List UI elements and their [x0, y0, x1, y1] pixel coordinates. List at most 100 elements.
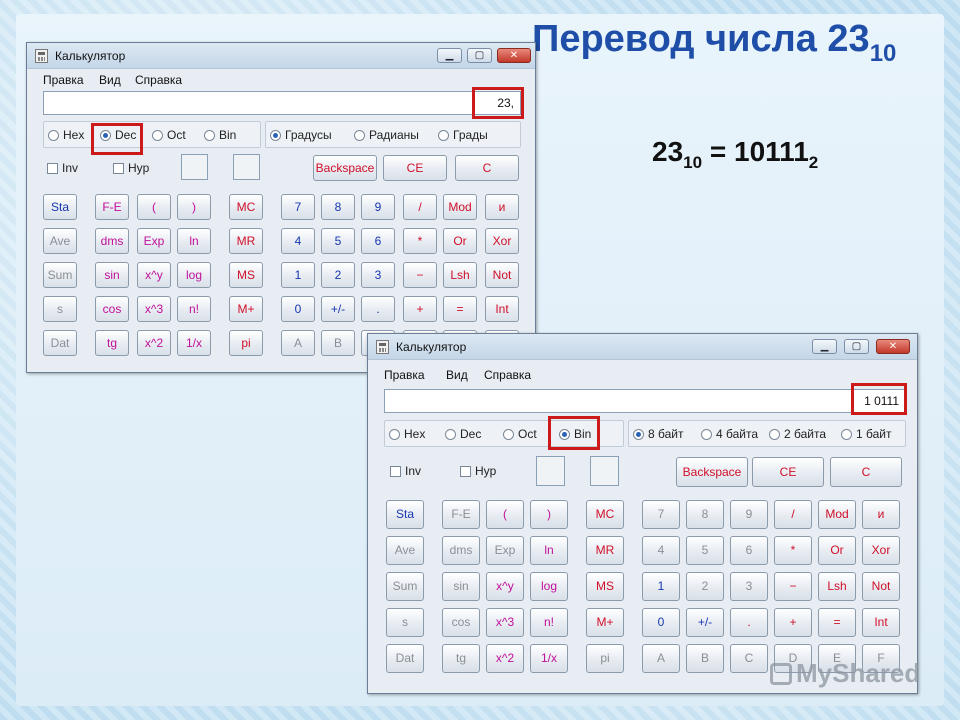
maximize-icon[interactable]: ▢ — [844, 339, 869, 354]
calc2-key-r2-c4[interactable]: ln — [530, 536, 568, 565]
minimize-icon[interactable]: ▁ — [437, 48, 462, 63]
calc1-key-r3-c10[interactable]: Lsh — [443, 262, 477, 288]
calc2-key-r2-c2[interactable]: dms — [442, 536, 480, 565]
calc2-key-r5-c3[interactable]: x^2 — [486, 644, 524, 673]
calc1-radio-oct[interactable]: Oct — [152, 128, 186, 142]
calc2-key-r2-c5[interactable]: MR — [586, 536, 624, 565]
calc2-radio-dec[interactable]: Dec — [445, 427, 481, 441]
calc1-key-r2-c1[interactable]: Ave — [43, 228, 77, 254]
calc2-key-r1-c5[interactable]: MC — [586, 500, 624, 529]
calc2-menu-view[interactable]: Вид — [446, 368, 468, 382]
calc1-key-r2-c2[interactable]: dms — [95, 228, 129, 254]
calc1-backspace-button[interactable]: Backspace — [313, 155, 377, 181]
calc1-key-r1-c8[interactable]: 9 — [361, 194, 395, 220]
calc2-ce-button[interactable]: CE — [752, 457, 824, 487]
calc1-menu-help[interactable]: Справка — [135, 73, 182, 87]
maximize-icon[interactable]: ▢ — [467, 48, 492, 63]
calc1-radio-hex[interactable]: Hex — [48, 128, 84, 142]
calc2-key-r5-c1[interactable]: Dat — [386, 644, 424, 673]
calc2-key-r4-c5[interactable]: M+ — [586, 608, 624, 637]
calc1-key-r2-c11[interactable]: Xor — [485, 228, 519, 254]
calc1-key-r2-c6[interactable]: 4 — [281, 228, 315, 254]
calc2-menu-help[interactable]: Справка — [484, 368, 531, 382]
calc2-key-r5-c5[interactable]: pi — [586, 644, 624, 673]
calc1-key-r5-c5[interactable]: pi — [229, 330, 263, 356]
calc1-key-r1-c2[interactable]: F-E — [95, 194, 129, 220]
calc1-key-r1-c9[interactable]: / — [403, 194, 437, 220]
calc2-key-r4-c1[interactable]: s — [386, 608, 424, 637]
calc2-key-r4-c6[interactable]: 0 — [642, 608, 680, 637]
close-icon[interactable]: ✕ — [876, 339, 910, 354]
close-icon[interactable]: ✕ — [497, 48, 531, 63]
calc1-key-r3-c8[interactable]: 3 — [361, 262, 395, 288]
calc1-key-r4-c1[interactable]: s — [43, 296, 77, 322]
calc1-menu-edit[interactable]: Правка — [43, 73, 84, 87]
calc1-key-r1-c10[interactable]: Mod — [443, 194, 477, 220]
calc2-radio-8byte[interactable]: 8 байт — [633, 427, 683, 441]
calc1-key-r4-c6[interactable]: 0 — [281, 296, 315, 322]
calc1-key-r1-c3[interactable]: ( — [137, 194, 171, 220]
calc2-key-r2-c11[interactable]: Xor — [862, 536, 900, 565]
calc1-key-r5-c2[interactable]: tg — [95, 330, 129, 356]
calc1-radio-degrees[interactable]: Градусы — [270, 128, 332, 142]
calc1-key-r5-c3[interactable]: x^2 — [137, 330, 171, 356]
calc1-key-r3-c6[interactable]: 1 — [281, 262, 315, 288]
calc2-key-r2-c9[interactable]: * — [774, 536, 812, 565]
calc2-key-r3-c10[interactable]: Lsh — [818, 572, 856, 601]
calc2-key-r5-c6[interactable]: A — [642, 644, 680, 673]
calc2-key-r1-c10[interactable]: Mod — [818, 500, 856, 529]
calc1-key-r4-c7[interactable]: +/- — [321, 296, 355, 322]
calc1-key-r3-c1[interactable]: Sum — [43, 262, 77, 288]
calc2-key-r4-c10[interactable]: = — [818, 608, 856, 637]
calc2-key-r3-c8[interactable]: 3 — [730, 572, 768, 601]
calc1-check-hyp[interactable]: Hyp — [113, 161, 149, 175]
calc2-key-r4-c3[interactable]: x^3 — [486, 608, 524, 637]
calc2-key-r3-c7[interactable]: 2 — [686, 572, 724, 601]
calc2-key-r4-c9[interactable]: + — [774, 608, 812, 637]
calc2-check-hyp[interactable]: Hyp — [460, 464, 496, 478]
calc2-key-r5-c7[interactable]: B — [686, 644, 724, 673]
calc2-key-r1-c6[interactable]: 7 — [642, 500, 680, 529]
calc1-key-r5-c6[interactable]: A — [281, 330, 315, 356]
calc2-key-r1-c11[interactable]: и — [862, 500, 900, 529]
calc1-key-r4-c9[interactable]: + — [403, 296, 437, 322]
calc2-c-button[interactable]: C — [830, 457, 902, 487]
calc2-key-r5-c4[interactable]: 1/x — [530, 644, 568, 673]
calc1-key-r3-c2[interactable]: sin — [95, 262, 129, 288]
calc2-key-r1-c1[interactable]: Sta — [386, 500, 424, 529]
calc1-key-r5-c1[interactable]: Dat — [43, 330, 77, 356]
calc2-key-r2-c6[interactable]: 4 — [642, 536, 680, 565]
calc2-key-r2-c7[interactable]: 5 — [686, 536, 724, 565]
calc2-key-r1-c2[interactable]: F-E — [442, 500, 480, 529]
calc2-key-r1-c7[interactable]: 8 — [686, 500, 724, 529]
calc1-key-r2-c5[interactable]: MR — [229, 228, 263, 254]
calc1-key-r5-c4[interactable]: 1/x — [177, 330, 211, 356]
calc1-key-r1-c11[interactable]: и — [485, 194, 519, 220]
calc1-key-r2-c3[interactable]: Exp — [137, 228, 171, 254]
calc2-key-r3-c6[interactable]: 1 — [642, 572, 680, 601]
calc1-ce-button[interactable]: CE — [383, 155, 447, 181]
calc2-key-r3-c3[interactable]: x^y — [486, 572, 524, 601]
calc1-key-r2-c7[interactable]: 5 — [321, 228, 355, 254]
calc2-key-r4-c8[interactable]: . — [730, 608, 768, 637]
calc2-key-r1-c4[interactable]: ) — [530, 500, 568, 529]
calc1-key-r1-c7[interactable]: 8 — [321, 194, 355, 220]
calc2-key-r3-c1[interactable]: Sum — [386, 572, 424, 601]
calc2-key-r2-c1[interactable]: Ave — [386, 536, 424, 565]
calc1-key-r4-c8[interactable]: . — [361, 296, 395, 322]
calc2-key-r3-c9[interactable]: − — [774, 572, 812, 601]
calc2-radio-2byte[interactable]: 2 байта — [769, 427, 826, 441]
calc2-key-r4-c11[interactable]: Int — [862, 608, 900, 637]
calc1-key-r3-c9[interactable]: − — [403, 262, 437, 288]
calc2-key-r5-c8[interactable]: C — [730, 644, 768, 673]
calc2-key-r2-c8[interactable]: 6 — [730, 536, 768, 565]
calc1-radio-grads[interactable]: Грады — [438, 128, 488, 142]
calc1-c-button[interactable]: C — [455, 155, 519, 181]
minimize-icon[interactable]: ▁ — [812, 339, 837, 354]
calc1-key-r1-c6[interactable]: 7 — [281, 194, 315, 220]
calc2-key-r4-c2[interactable]: cos — [442, 608, 480, 637]
calc1-key-r3-c3[interactable]: x^y — [137, 262, 171, 288]
calc2-backspace-button[interactable]: Backspace — [676, 457, 748, 487]
calc2-key-r5-c2[interactable]: tg — [442, 644, 480, 673]
calc2-key-r3-c2[interactable]: sin — [442, 572, 480, 601]
